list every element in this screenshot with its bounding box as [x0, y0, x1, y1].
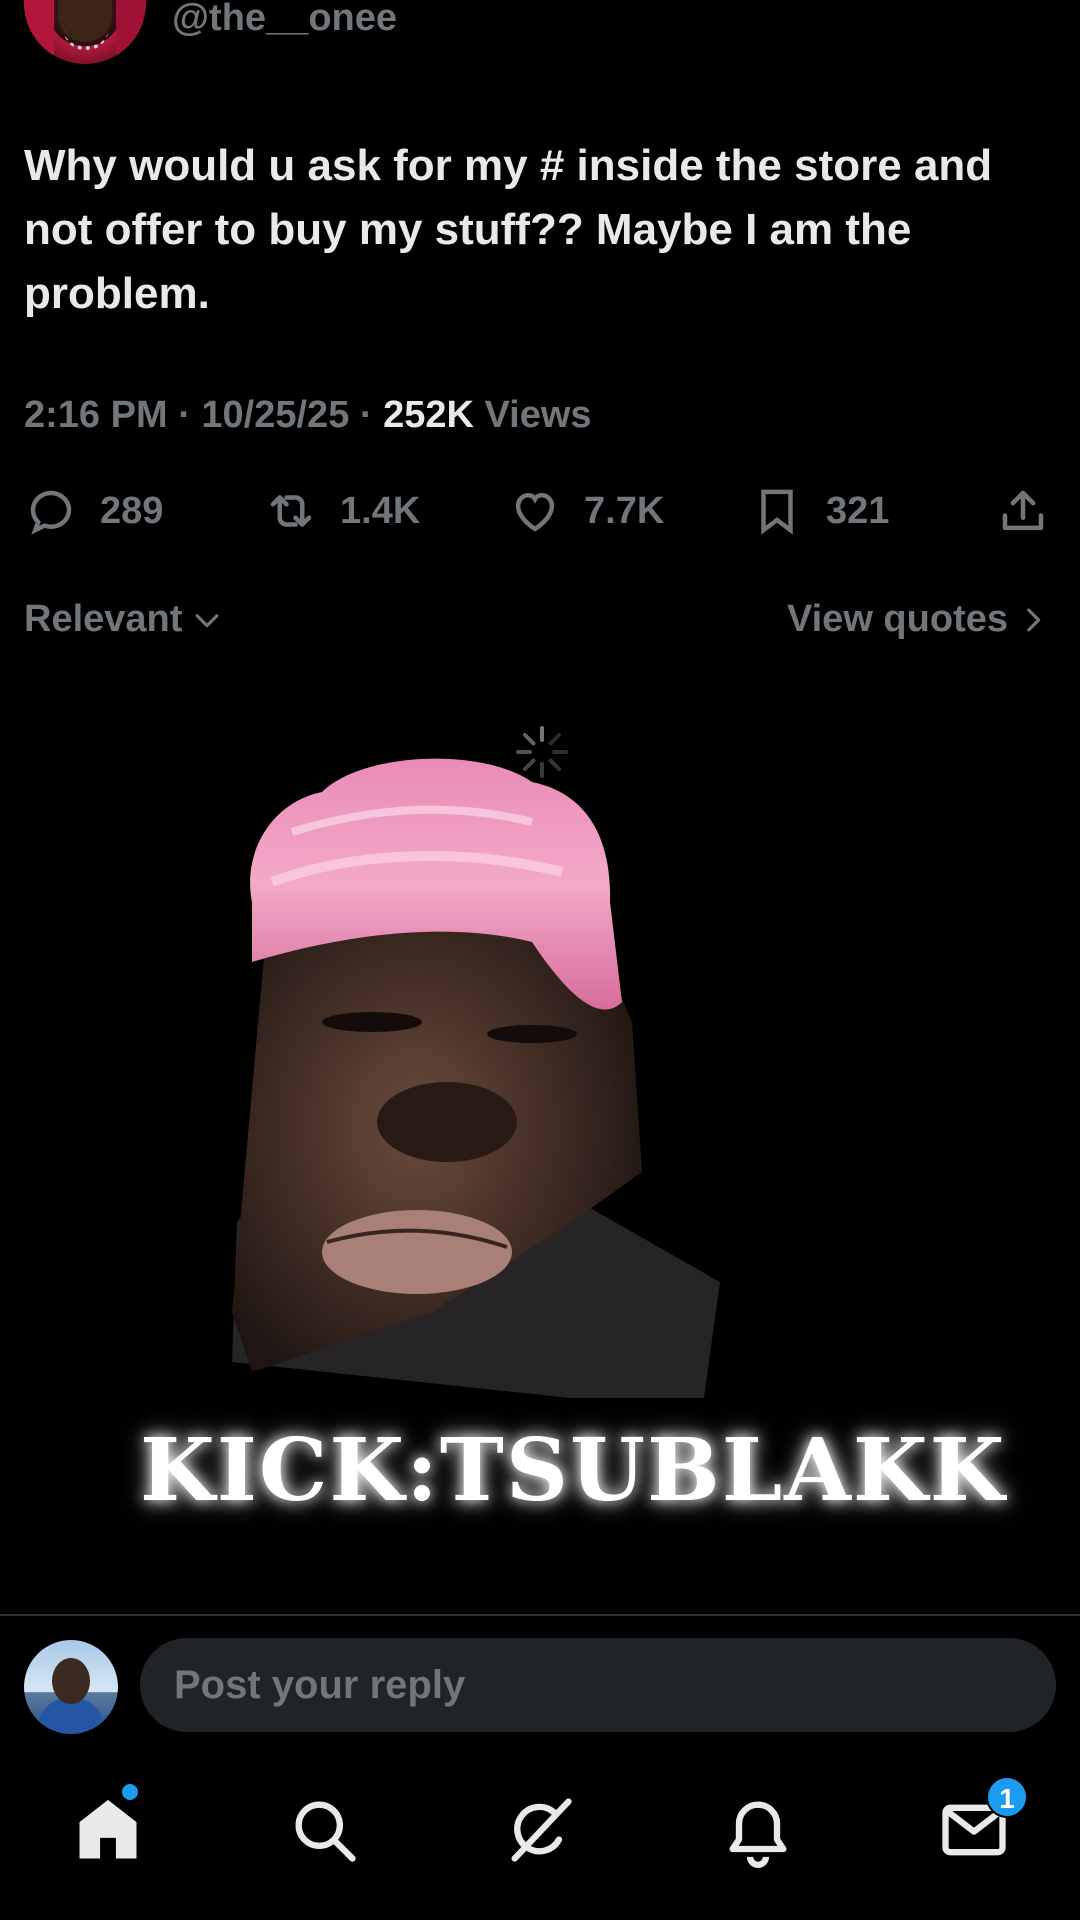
bookmark-button[interactable]: 321: [750, 480, 889, 542]
reply-input[interactable]: [140, 1638, 1056, 1732]
home-unread-dot: [122, 1784, 138, 1800]
share-button[interactable]: [996, 480, 1050, 542]
home-icon: [79, 1799, 137, 1859]
author-handle[interactable]: @the__onee: [172, 0, 397, 40]
reply-count: 289: [100, 489, 164, 532]
nav-grok[interactable]: [502, 1792, 578, 1868]
chevron-right-icon: [1027, 608, 1041, 631]
nav-search[interactable]: [286, 1792, 362, 1868]
action-bar: 289 1.4K 7.7K 321: [24, 480, 1050, 542]
overlay-person-image: [232, 758, 720, 1398]
reply-icon: [30, 490, 72, 535]
like-icon: [515, 492, 555, 532]
reply-bar: [0, 1614, 1080, 1740]
repost-count: 1.4K: [340, 489, 421, 532]
grok-icon: [511, 1798, 572, 1862]
sort-dropdown[interactable]: Relevant: [24, 598, 224, 641]
post-text: Why would u ask for my # inside the stor…: [24, 141, 993, 318]
repost-button[interactable]: 1.4K: [264, 480, 420, 542]
bookmark-icon: [761, 489, 793, 535]
replies-sort-row: Relevant View quotes: [24, 598, 1050, 648]
sort-label: Relevant: [24, 598, 183, 640]
views-label[interactable]: Views: [485, 394, 592, 436]
bottom-nav: 1: [0, 1760, 1080, 1920]
meta-separator: ·: [359, 394, 373, 436]
bookmark-count: 321: [826, 489, 890, 532]
post-date: 10/25/25: [201, 394, 350, 436]
nav-home[interactable]: [70, 1792, 146, 1868]
views-count: 252K: [383, 394, 474, 436]
share-icon: [1002, 490, 1044, 531]
chevron-down-icon: [195, 613, 219, 627]
reply-button[interactable]: 289: [24, 480, 163, 542]
meta-separator: ·: [178, 394, 191, 436]
post-meta: 2:16 PM · 10/25/25 · 252K Views: [24, 394, 592, 437]
user-avatar[interactable]: [24, 1640, 118, 1734]
view-quotes-label: View quotes: [786, 598, 1008, 640]
view-quotes-link[interactable]: View quotes: [787, 598, 1050, 641]
notifications-icon: [729, 1801, 787, 1868]
stream-watermark: KICK:TSUBLAKK: [140, 1420, 1007, 1521]
author-avatar[interactable]: [24, 0, 146, 64]
post-detail-page: @the__onee Why would u ask for my # insi…: [0, 0, 1080, 1920]
author-row: @the__onee: [24, 0, 397, 66]
like-count: 7.7K: [584, 489, 665, 532]
messages-badge: 1: [986, 1776, 1028, 1818]
search-icon: [295, 1801, 356, 1862]
post-time: 2:16 PM: [24, 394, 168, 436]
nav-notifications[interactable]: [720, 1792, 796, 1868]
like-button[interactable]: 7.7K: [508, 480, 664, 542]
repost-icon: [270, 495, 312, 527]
